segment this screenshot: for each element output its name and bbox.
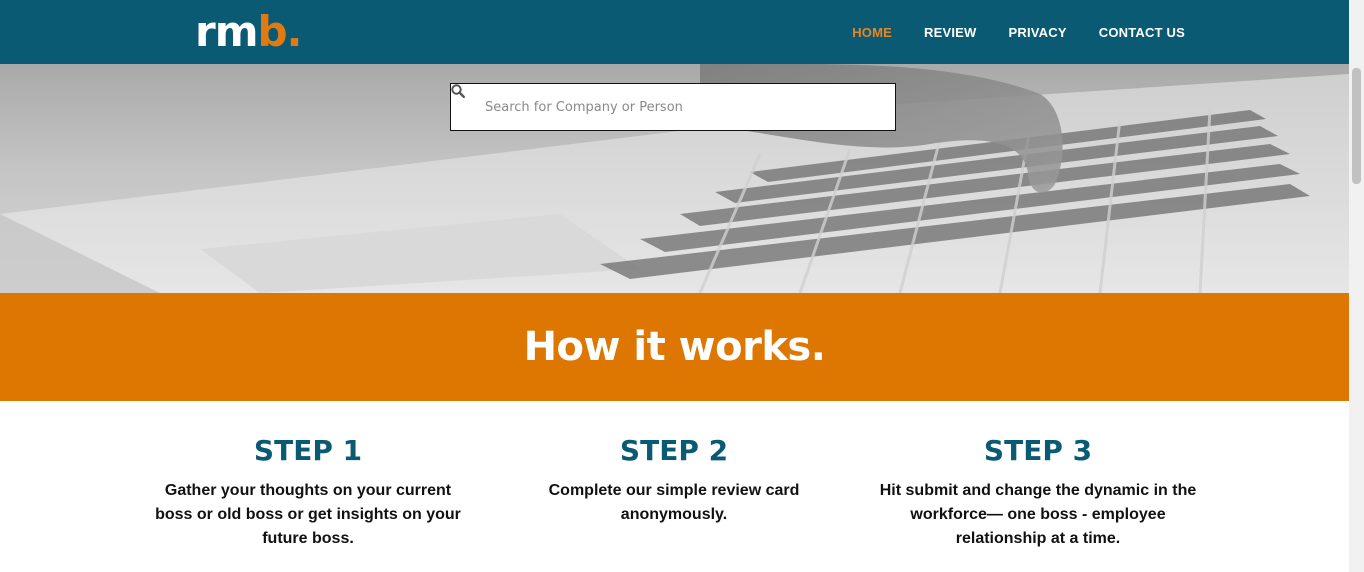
steps-section: STEP 1 Gather your thoughts on your curr… bbox=[0, 401, 1349, 572]
step-3-title: STEP 3 bbox=[983, 434, 1093, 467]
main-nav: HOME REVIEW PRIVACY CONTACT US bbox=[852, 0, 1185, 64]
site-logo[interactable]: rmb. bbox=[195, 6, 303, 58]
step-2-text: Complete our simple review card anonymou… bbox=[548, 482, 800, 523]
step-1-title: STEP 1 bbox=[253, 434, 363, 467]
scrollbar-thumb[interactable] bbox=[1352, 68, 1361, 184]
logo-main-text: rm bbox=[195, 7, 258, 56]
step-2-title: STEP 2 bbox=[619, 434, 729, 467]
site-header: rmb. HOME REVIEW PRIVACY CONTACT US bbox=[0, 0, 1349, 64]
logo-accent-text: b. bbox=[257, 7, 302, 56]
nav-contact-us[interactable]: CONTACT US bbox=[1099, 25, 1185, 40]
hero-banner bbox=[0, 64, 1349, 293]
page-scrollbar[interactable] bbox=[1349, 0, 1364, 572]
step-1: STEP 1 Gather your thoughts on your curr… bbox=[148, 431, 468, 551]
search-box[interactable] bbox=[450, 83, 896, 131]
step-2: STEP 2 Complete our simple review card a… bbox=[514, 431, 834, 527]
step-1-text: Gather your thoughts on your current bos… bbox=[155, 482, 461, 547]
step-3: STEP 3 Hit submit and change the dynamic… bbox=[878, 431, 1198, 551]
nav-review[interactable]: REVIEW bbox=[924, 25, 976, 40]
step-3-text: Hit submit and change the dynamic in the… bbox=[879, 482, 1197, 547]
how-it-works-band: How it works. bbox=[0, 293, 1349, 401]
search-input[interactable] bbox=[483, 84, 895, 130]
nav-privacy[interactable]: PRIVACY bbox=[1009, 25, 1067, 40]
nav-home[interactable]: HOME bbox=[852, 25, 892, 40]
section-title: How it works. bbox=[523, 324, 826, 370]
